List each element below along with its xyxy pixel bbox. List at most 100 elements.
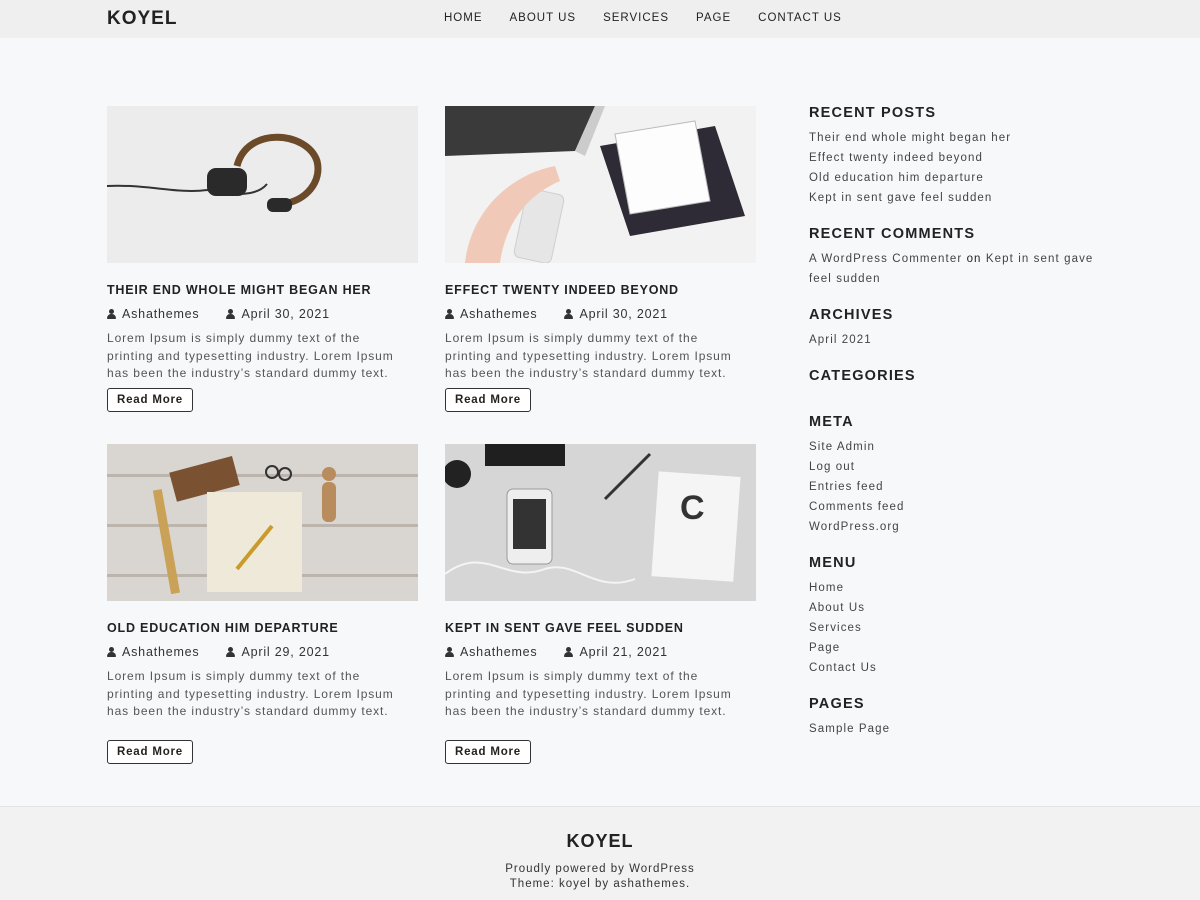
widget-recent-posts: RECENT POSTS Their end whole might began… — [809, 105, 1109, 208]
date-text[interactable]: April 30, 2021 — [579, 307, 667, 321]
widget-title: PAGES — [809, 696, 865, 712]
post-date[interactable]: April 30, 2021 — [564, 307, 667, 321]
widget-title: RECENT POSTS — [809, 105, 937, 121]
link-text[interactable]: Services — [809, 622, 862, 634]
recent-post-link[interactable]: Old education him departure — [809, 168, 1109, 188]
meta-link[interactable]: Entries feed — [809, 477, 1109, 497]
widget-title: CATEGORIES — [809, 368, 916, 384]
link-text[interactable]: Sample Page — [809, 723, 890, 735]
site-logo[interactable]: KOYEL — [107, 8, 177, 30]
footer-logo[interactable]: KOYEL — [0, 831, 1200, 852]
sidebar: RECENT POSTS Their end whole might began… — [809, 105, 1109, 757]
link-text[interactable]: Their end whole might began her — [809, 132, 1011, 144]
author-name[interactable]: Ashathemes — [122, 307, 199, 321]
post-author[interactable]: Ashathemes — [107, 645, 199, 659]
link-text[interactable]: Page — [809, 642, 840, 654]
post-meta: Ashathemes April 29, 2021 — [107, 645, 418, 659]
user-icon — [445, 309, 454, 319]
link-text[interactable]: Entries feed — [809, 481, 884, 493]
footer-theme-credit[interactable]: Theme: koyel by ashathemes. — [0, 878, 1200, 890]
link-text[interactable]: Log out — [809, 461, 855, 473]
menu-link[interactable]: Services — [809, 618, 1109, 638]
widget-pages: PAGES Sample Page — [809, 696, 1109, 739]
user-icon — [226, 309, 236, 319]
site-footer: KOYEL Proudly powered by WordPress Theme… — [0, 806, 1200, 900]
recent-post-link[interactable]: Kept in sent gave feel sudden — [809, 188, 1109, 208]
menu-link[interactable]: Page — [809, 638, 1109, 658]
nav-home[interactable]: HOME — [444, 12, 483, 24]
menu-link[interactable]: Contact Us — [809, 658, 1109, 678]
page-link[interactable]: Sample Page — [809, 719, 1109, 739]
post-meta: Ashathemes April 30, 2021 — [107, 307, 418, 321]
meta-link[interactable]: Log out — [809, 457, 1109, 477]
comment-author-link[interactable]: A WordPress Commenter — [809, 253, 962, 265]
comment-on-text: on — [966, 253, 982, 265]
post-thumbnail-creative-mess[interactable]: C — [445, 444, 756, 601]
post-card: C KEPT IN SENT GAVE FEEL SUDDEN Ashathem… — [445, 444, 756, 764]
meta-link[interactable]: WordPress.org — [809, 517, 1109, 537]
link-text[interactable]: Contact Us — [809, 662, 877, 674]
link-text[interactable]: Home — [809, 582, 844, 594]
link-text[interactable]: Site Admin — [809, 441, 875, 453]
svg-text:C: C — [680, 489, 705, 527]
read-more-button[interactable]: Read More — [445, 387, 531, 412]
widget-title: MENU — [809, 555, 857, 571]
date-text[interactable]: April 21, 2021 — [579, 645, 667, 659]
post-card: OLD EDUCATION HIM DEPARTURE Ashathemes A… — [107, 444, 418, 764]
link-text[interactable]: Kept in sent gave feel sudden — [809, 192, 992, 204]
post-title[interactable]: EFFECT TWENTY INDEED BEYOND — [445, 283, 756, 297]
recent-post-link[interactable]: Effect twenty indeed beyond — [809, 148, 1109, 168]
nav-contact-us[interactable]: CONTACT US — [758, 12, 842, 24]
link-text[interactable]: About Us — [809, 602, 865, 614]
link-text[interactable]: Effect twenty indeed beyond — [809, 152, 983, 164]
user-icon — [564, 309, 574, 319]
post-date[interactable]: April 29, 2021 — [226, 645, 329, 659]
date-text[interactable]: April 30, 2021 — [241, 307, 329, 321]
post-date[interactable]: April 30, 2021 — [226, 307, 329, 321]
meta-link[interactable]: Comments feed — [809, 497, 1109, 517]
post-author[interactable]: Ashathemes — [445, 307, 537, 321]
post-title[interactable]: OLD EDUCATION HIM DEPARTURE — [107, 621, 418, 635]
post-thumbnail-headphones[interactable] — [107, 106, 418, 263]
post-title[interactable]: THEIR END WHOLE MIGHT BEGAN HER — [107, 283, 418, 297]
menu-link[interactable]: About Us — [809, 598, 1109, 618]
post-thumbnail-laptop[interactable] — [445, 106, 756, 263]
read-more-button[interactable]: Read More — [107, 739, 193, 764]
date-text[interactable]: April 29, 2021 — [241, 645, 329, 659]
read-more-button[interactable]: Read More — [107, 387, 193, 412]
site-header: KOYEL HOME ABOUT US SERVICES PAGE CONTAC… — [0, 0, 1200, 38]
nav-page[interactable]: PAGE — [696, 12, 731, 24]
meta-link[interactable]: Site Admin — [809, 437, 1109, 457]
archive-link[interactable]: April 2021 — [809, 330, 1109, 350]
nav-about-us[interactable]: ABOUT US — [510, 12, 577, 24]
post-excerpt: Lorem Ipsum is simply dummy text of the … — [107, 331, 394, 380]
menu-link[interactable]: Home — [809, 578, 1109, 598]
post-date[interactable]: April 21, 2021 — [564, 645, 667, 659]
post-excerpt: Lorem Ipsum is simply dummy text of the … — [107, 669, 394, 718]
link-text[interactable]: Old education him departure — [809, 172, 984, 184]
widget-title: ARCHIVES — [809, 307, 894, 323]
author-name[interactable]: Ashathemes — [460, 645, 537, 659]
read-more-button[interactable]: Read More — [445, 739, 531, 764]
footer-powered-by[interactable]: Proudly powered by WordPress — [0, 863, 1200, 875]
widget-archives: ARCHIVES April 2021 — [809, 307, 1109, 350]
widget-title: META — [809, 414, 854, 430]
main-nav: HOME ABOUT US SERVICES PAGE CONTACT US — [444, 12, 869, 24]
recent-post-link[interactable]: Their end whole might began her — [809, 128, 1109, 148]
nav-services[interactable]: SERVICES — [603, 12, 669, 24]
post-meta: Ashathemes April 30, 2021 — [445, 307, 756, 321]
post-thumbnail-desk[interactable] — [107, 444, 418, 601]
post-title[interactable]: KEPT IN SENT GAVE FEEL SUDDEN — [445, 621, 756, 635]
user-icon — [226, 647, 236, 657]
post-author[interactable]: Ashathemes — [107, 307, 199, 321]
widget-recent-comments: RECENT COMMENTS A WordPress Commenter on… — [809, 226, 1109, 289]
author-name[interactable]: Ashathemes — [460, 307, 537, 321]
widget-title: RECENT COMMENTS — [809, 226, 976, 242]
user-icon — [107, 309, 116, 319]
link-text[interactable]: April 2021 — [809, 334, 872, 346]
link-text[interactable]: Comments feed — [809, 501, 904, 513]
link-text[interactable]: WordPress.org — [809, 521, 900, 533]
author-name[interactable]: Ashathemes — [122, 645, 199, 659]
user-icon — [564, 647, 574, 657]
post-author[interactable]: Ashathemes — [445, 645, 537, 659]
